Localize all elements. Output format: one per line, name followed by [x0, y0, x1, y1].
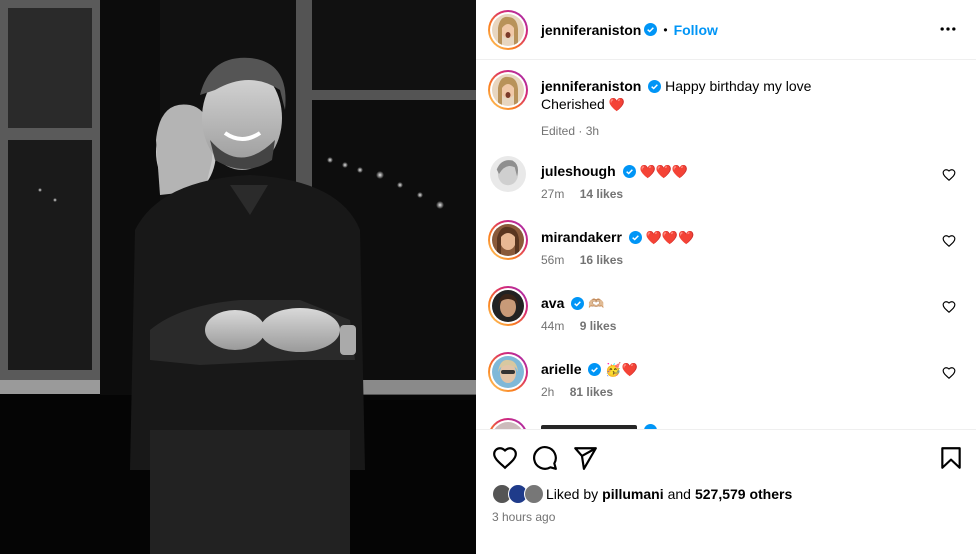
- heart-icon[interactable]: [942, 234, 956, 248]
- share-icon[interactable]: [572, 445, 598, 471]
- verified-icon: [648, 80, 662, 93]
- comment-likes[interactable]: 81 likes: [570, 385, 613, 399]
- comments-list[interactable]: jenniferaniston Happy birthday my love C…: [476, 60, 976, 429]
- comment-time: 44m: [541, 319, 565, 333]
- commenter-avatar[interactable]: [488, 286, 528, 326]
- verified-icon: [588, 363, 602, 376]
- comment-time: 2h: [541, 385, 555, 399]
- liked-by: Liked by pillumani and 527,579 others: [492, 484, 792, 504]
- comment-time: 27m: [541, 187, 565, 201]
- heart-icon[interactable]: [492, 445, 518, 471]
- comment-item-partial: [488, 418, 964, 429]
- comment-text: 🫶🏼: [588, 296, 605, 311]
- author-username[interactable]: jenniferaniston: [541, 22, 641, 38]
- verified-icon: [628, 231, 642, 244]
- comment-text: ❤️❤️❤️: [639, 164, 689, 179]
- bookmark-icon[interactable]: [938, 445, 964, 471]
- comment-text: 🥳❤️: [605, 362, 638, 377]
- post-header: jenniferaniston • Follow: [476, 0, 976, 60]
- caption-avatar[interactable]: [488, 70, 528, 110]
- commenter-avatar[interactable]: [488, 418, 528, 429]
- separator-dot: •: [663, 22, 668, 37]
- liker-avatars[interactable]: [492, 484, 546, 504]
- liked-by-prefix: Liked by: [546, 486, 599, 502]
- comment-likes[interactable]: 14 likes: [580, 187, 623, 201]
- caption-username[interactable]: jenniferaniston: [541, 78, 641, 94]
- commenter-avatar[interactable]: [490, 156, 526, 192]
- follow-button[interactable]: Follow: [674, 22, 718, 38]
- heart-emoji: ❤️: [608, 97, 625, 112]
- verified-icon: [622, 165, 636, 178]
- comment-item: mirandakerr ❤️❤️❤️ 56m 16 likes: [488, 220, 964, 267]
- liked-by-and: and: [667, 486, 691, 502]
- commenter-username[interactable]: mirandakerr: [541, 229, 622, 245]
- more-options-icon[interactable]: [938, 19, 958, 39]
- comment-item: juleshough ❤️❤️❤️ 27m 14 likes: [488, 154, 964, 201]
- likes-count[interactable]: 527,579 others: [695, 486, 792, 502]
- caption-text: Happy birthday my love: [665, 78, 812, 94]
- comment-item: arielle 🥳❤️ 2h 81 likes: [488, 352, 964, 399]
- author-avatar[interactable]: [488, 9, 528, 50]
- commenter-avatar[interactable]: [488, 220, 528, 260]
- heart-icon[interactable]: [942, 366, 956, 380]
- liked-by-user[interactable]: pillumani: [602, 486, 663, 502]
- verified-icon: [571, 297, 585, 310]
- caption: jenniferaniston Happy birthday my love C…: [488, 70, 964, 138]
- heart-icon[interactable]: [942, 300, 956, 314]
- action-bar: Liked by pillumani and 527,579 others 3 …: [476, 429, 976, 554]
- verified-icon: [644, 23, 658, 36]
- caption-meta: Edited · 3h: [541, 124, 600, 138]
- commenter-avatar[interactable]: [488, 352, 528, 392]
- heart-icon[interactable]: [942, 168, 956, 182]
- caption-text-line2: Cherished: [541, 96, 605, 112]
- comment-likes[interactable]: 16 likes: [580, 253, 623, 267]
- commenter-username[interactable]: arielle: [541, 361, 581, 377]
- commenter-username[interactable]: juleshough: [541, 163, 616, 179]
- comment-time: 56m: [541, 253, 565, 267]
- liker-avatar: [524, 484, 544, 504]
- post-photo[interactable]: [0, 0, 476, 554]
- comment-icon[interactable]: [532, 445, 558, 471]
- comment-item: ava 🫶🏼 44m 9 likes: [488, 286, 964, 333]
- comment-likes[interactable]: 9 likes: [580, 319, 617, 333]
- post-panel: jenniferaniston • Follow jenniferaniston…: [476, 0, 976, 554]
- post-timestamp[interactable]: 3 hours ago: [492, 510, 555, 524]
- post-image: [0, 0, 476, 554]
- comment-text: ❤️❤️❤️: [645, 230, 695, 245]
- commenter-username[interactable]: ava: [541, 295, 564, 311]
